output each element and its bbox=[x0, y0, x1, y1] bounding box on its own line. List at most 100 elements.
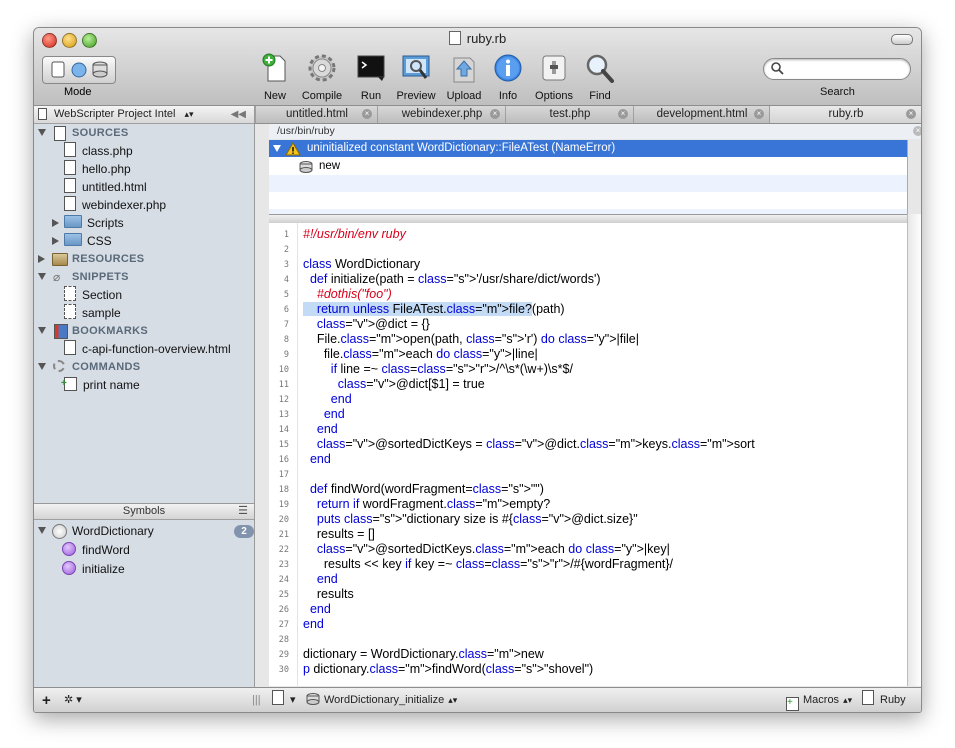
code-line[interactable]: class="v">@dict = {} bbox=[303, 317, 430, 332]
code-line[interactable]: class="v">@dict[$1] = true bbox=[303, 377, 485, 392]
disclosure-triangle-icon[interactable] bbox=[52, 219, 59, 227]
new-button[interactable]: New bbox=[249, 53, 301, 103]
frame-icon bbox=[299, 161, 313, 173]
command-item[interactable]: + print name bbox=[61, 376, 140, 394]
close-tab-icon[interactable]: × bbox=[754, 109, 764, 119]
code-line[interactable]: dictionary = WordDictionary.class="m">ne… bbox=[303, 647, 544, 662]
disclosure-triangle-icon[interactable] bbox=[38, 527, 46, 534]
code-line[interactable]: results << key if key =~ class=class="s"… bbox=[303, 557, 673, 572]
symbol-class-row[interactable]: WordDictionary 2 bbox=[38, 522, 254, 540]
disclosure-triangle-icon[interactable] bbox=[38, 363, 46, 370]
line-number: 3 bbox=[283, 260, 289, 270]
code-line[interactable]: end bbox=[303, 452, 331, 467]
search-input[interactable] bbox=[786, 61, 906, 77]
code-line[interactable]: results = [] bbox=[303, 527, 375, 542]
commands-group[interactable]: COMMANDS bbox=[38, 358, 248, 376]
function-popup[interactable]: WordDictionary_initialize ▴▾ bbox=[306, 688, 457, 712]
disclosure-triangle-icon[interactable] bbox=[38, 327, 46, 334]
code-line[interactable]: results bbox=[303, 587, 354, 602]
disclosure-triangle-icon[interactable] bbox=[38, 255, 45, 263]
mode-segmented-control[interactable] bbox=[42, 56, 116, 84]
code-line[interactable]: #!/usr/bin/env ruby bbox=[303, 227, 406, 242]
language-label: Ruby bbox=[880, 694, 906, 706]
macros-popup[interactable]: + Macros ▴▾ bbox=[786, 688, 852, 712]
code-line[interactable]: end bbox=[303, 572, 338, 587]
code-line[interactable]: p dictionary.class="m">findWord(class="s… bbox=[303, 662, 593, 677]
code-line[interactable]: class="v">@sortedDictKeys = class="v">@d… bbox=[303, 437, 755, 452]
symbol-method-row[interactable]: findWord bbox=[62, 541, 130, 559]
folder-item[interactable]: Scripts bbox=[52, 214, 124, 232]
document-popup[interactable]: ▾ bbox=[272, 688, 296, 712]
folder-item[interactable]: CSS bbox=[52, 232, 112, 250]
stack-frame-row[interactable]: new bbox=[269, 158, 907, 175]
macros-label: Macros bbox=[803, 694, 840, 706]
code-line[interactable]: end bbox=[303, 422, 338, 437]
code-line[interactable]: return if wordFragment.class="m">empty? bbox=[303, 497, 550, 512]
source-file-item[interactable]: class.php bbox=[64, 142, 133, 160]
code-line[interactable]: #dothis("foo") bbox=[303, 287, 392, 302]
resize-handle-icon[interactable]: ||| bbox=[252, 688, 261, 712]
line-number: 19 bbox=[278, 500, 289, 510]
code-line[interactable]: end bbox=[303, 392, 352, 407]
code-line[interactable]: file.class="m">each do class="y">|line| bbox=[303, 347, 538, 362]
code-line[interactable]: puts class="s">"dictionary size is #{cla… bbox=[303, 512, 638, 527]
vertical-scrollbar[interactable] bbox=[907, 214, 921, 686]
tab-untitled-html[interactable]: untitled.html × bbox=[255, 106, 378, 123]
disclosure-triangle-icon[interactable] bbox=[52, 237, 59, 245]
collapse-sidebar-icon[interactable]: ◀◀ bbox=[231, 106, 246, 123]
code-line[interactable]: class="v">@sortedDictKeys.class="m">each… bbox=[303, 542, 670, 557]
tab-ruby-rb[interactable]: ruby.rb × bbox=[769, 106, 921, 123]
search-field[interactable] bbox=[763, 58, 911, 80]
snippets-group[interactable]: ⌀ SNIPPETS bbox=[38, 268, 248, 286]
tab-label: webindexer.php bbox=[401, 108, 483, 120]
info-button[interactable]: Info bbox=[482, 53, 534, 103]
code-line[interactable]: def findWord(wordFragment=class="s">"") bbox=[303, 482, 544, 497]
resources-group[interactable]: RESOURCES bbox=[38, 250, 248, 268]
tab-webindexer-php[interactable]: webindexer.php × bbox=[377, 106, 506, 123]
language-popup[interactable]: Ruby bbox=[862, 688, 906, 712]
stack-frame-name: new bbox=[319, 160, 341, 172]
line-number: 18 bbox=[278, 485, 289, 495]
line-number: 2 bbox=[283, 245, 289, 255]
bookmarks-group[interactable]: BOOKMARKS bbox=[38, 322, 248, 340]
code-line[interactable]: return unless FileATest.class="m">file?(… bbox=[303, 302, 565, 317]
sources-group[interactable]: SOURCES bbox=[38, 124, 248, 142]
options-button[interactable]: Options bbox=[528, 53, 580, 103]
toolbar-toggle-button[interactable] bbox=[891, 34, 913, 45]
tab-test-php[interactable]: test.php × bbox=[505, 106, 634, 123]
close-tab-icon[interactable]: × bbox=[362, 109, 372, 119]
close-tab-icon[interactable]: × bbox=[490, 109, 500, 119]
disclosure-triangle-icon[interactable] bbox=[38, 129, 46, 136]
code-line[interactable]: File.class="m">open(path, class="s">'r')… bbox=[303, 332, 639, 347]
symbol-method-row[interactable]: initialize bbox=[62, 560, 125, 578]
tab-development-html[interactable]: development.html × bbox=[633, 106, 770, 123]
code-line[interactable]: end bbox=[303, 407, 345, 422]
snippet-item[interactable]: Section bbox=[64, 286, 122, 304]
error-row[interactable]: uninitialized constant WordDictionary::F… bbox=[269, 140, 907, 157]
compile-button[interactable]: Compile bbox=[296, 53, 348, 103]
find-button[interactable]: Find bbox=[574, 53, 626, 103]
code-line[interactable]: def initialize(path = class="s">'/usr/sh… bbox=[303, 272, 601, 287]
line-number: 1 bbox=[283, 230, 289, 240]
close-results-icon[interactable]: × bbox=[913, 126, 921, 136]
code-line[interactable]: if line =~ class=class="s">"r">/^\s*(\w+… bbox=[303, 362, 573, 377]
bookmark-item[interactable]: c-api-function-overview.html bbox=[64, 340, 231, 358]
close-tab-icon[interactable]: × bbox=[618, 109, 628, 119]
project-selector[interactable]: WebScripter Project Intel ▴▾ ◀◀ bbox=[34, 106, 254, 124]
code-line[interactable]: end bbox=[303, 602, 331, 617]
snippet-item[interactable]: sample bbox=[64, 304, 121, 322]
source-file-item[interactable]: webindexer.php bbox=[64, 196, 166, 214]
source-file-item[interactable]: hello.php bbox=[64, 160, 131, 178]
source-file-item[interactable]: untitled.html bbox=[64, 178, 147, 196]
list-options-icon[interactable]: ☰ bbox=[238, 504, 248, 519]
preview-button[interactable]: Preview bbox=[390, 53, 442, 103]
code-line[interactable]: class WordDictionary bbox=[303, 257, 420, 272]
action-menu-button[interactable]: ✲ ▾ bbox=[64, 688, 82, 712]
disclosure-triangle-icon[interactable] bbox=[273, 145, 281, 152]
code-line[interactable]: end bbox=[303, 617, 324, 632]
close-tab-icon[interactable]: × bbox=[906, 109, 916, 119]
add-button[interactable]: + bbox=[42, 688, 51, 712]
sidebar: WebScripter Project Intel ▴▾ ◀◀ SOURCES … bbox=[34, 106, 255, 687]
code-editor[interactable]: 1 2 3 4 5 6 7 8 9 10 11 12 13 14 15 16 17 18 19 20 21 22 23 24 2… bbox=[269, 223, 907, 686]
disclosure-triangle-icon[interactable] bbox=[38, 273, 46, 280]
